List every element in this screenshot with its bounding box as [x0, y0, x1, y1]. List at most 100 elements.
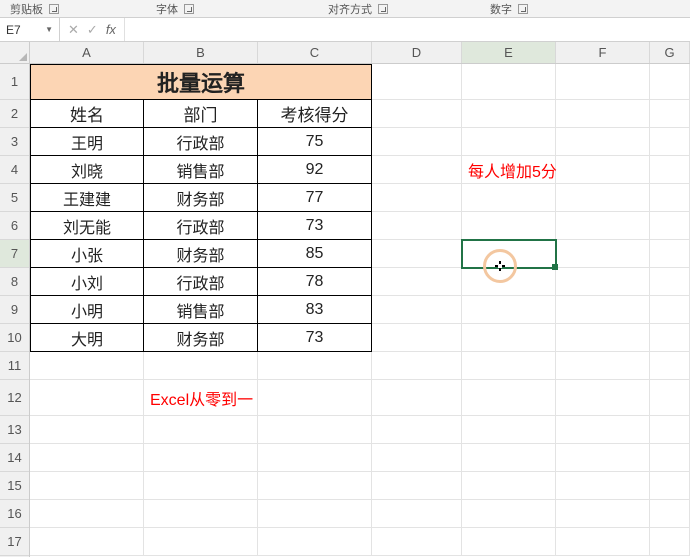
- cell-G10[interactable]: [650, 324, 690, 352]
- cell-C14[interactable]: [258, 444, 372, 472]
- cell-D12[interactable]: [372, 380, 462, 416]
- cell-E17[interactable]: [462, 528, 556, 556]
- cell-F3[interactable]: [556, 128, 650, 156]
- confirm-icon[interactable]: ✓: [87, 23, 98, 36]
- formula-bar[interactable]: [125, 18, 690, 41]
- cell-E15[interactable]: [462, 472, 556, 500]
- cell-E8[interactable]: [462, 268, 556, 296]
- cell-A2[interactable]: 姓名: [30, 100, 144, 128]
- row-header-3[interactable]: 3: [0, 128, 29, 156]
- dialog-launcher-icon[interactable]: [518, 4, 528, 14]
- column-headers[interactable]: ABCDEFG: [30, 42, 690, 64]
- cell-G13[interactable]: [650, 416, 690, 444]
- cell-D4[interactable]: [372, 156, 462, 184]
- cell-A12[interactable]: [30, 380, 144, 416]
- cell-D11[interactable]: [372, 352, 462, 380]
- cell-B5[interactable]: 财务部: [144, 184, 258, 212]
- row-header-16[interactable]: 16: [0, 500, 29, 528]
- dropdown-icon[interactable]: ▼: [45, 25, 53, 34]
- cell-C16[interactable]: [258, 500, 372, 528]
- cell-A3[interactable]: 王明: [30, 128, 144, 156]
- cell-D2[interactable]: [372, 100, 462, 128]
- cell-C12[interactable]: [258, 380, 372, 416]
- cell-B17[interactable]: [144, 528, 258, 556]
- cell-A4[interactable]: 刘晓: [30, 156, 144, 184]
- cell-B10[interactable]: 财务部: [144, 324, 258, 352]
- cell-B7[interactable]: 财务部: [144, 240, 258, 268]
- cell-B14[interactable]: [144, 444, 258, 472]
- cell-D16[interactable]: [372, 500, 462, 528]
- cell-C8[interactable]: 78: [258, 268, 372, 296]
- row-header-9[interactable]: 9: [0, 296, 29, 324]
- cell-G7[interactable]: [650, 240, 690, 268]
- row-header-17[interactable]: 17: [0, 528, 29, 556]
- cell-E7[interactable]: [462, 240, 556, 268]
- cell-B13[interactable]: [144, 416, 258, 444]
- cell-B3[interactable]: 行政部: [144, 128, 258, 156]
- cell-B11[interactable]: [144, 352, 258, 380]
- row-header-7[interactable]: 7: [0, 240, 29, 268]
- cell-D1[interactable]: [372, 64, 462, 100]
- cell-E9[interactable]: [462, 296, 556, 324]
- cell-C13[interactable]: [258, 416, 372, 444]
- column-header-D[interactable]: D: [372, 42, 462, 63]
- cell-A8[interactable]: 小刘: [30, 268, 144, 296]
- cell-F4[interactable]: [556, 156, 650, 184]
- cell-C6[interactable]: 73: [258, 212, 372, 240]
- cell-G14[interactable]: [650, 444, 690, 472]
- cell-D8[interactable]: [372, 268, 462, 296]
- cell-E13[interactable]: [462, 416, 556, 444]
- row-header-5[interactable]: 5: [0, 184, 29, 212]
- cell-F11[interactable]: [556, 352, 650, 380]
- cell-F14[interactable]: [556, 444, 650, 472]
- cell-C10[interactable]: 73: [258, 324, 372, 352]
- cell-F10[interactable]: [556, 324, 650, 352]
- row-header-4[interactable]: 4: [0, 156, 29, 184]
- cell-G3[interactable]: [650, 128, 690, 156]
- cell-F16[interactable]: [556, 500, 650, 528]
- row-header-11[interactable]: 11: [0, 352, 29, 380]
- cell-C9[interactable]: 83: [258, 296, 372, 324]
- cell-C7[interactable]: 85: [258, 240, 372, 268]
- cell-E5[interactable]: [462, 184, 556, 212]
- cell-F5[interactable]: [556, 184, 650, 212]
- row-headers[interactable]: 1234567891011121314151617: [0, 64, 30, 557]
- cell-A17[interactable]: [30, 528, 144, 556]
- cell-E16[interactable]: [462, 500, 556, 528]
- column-header-F[interactable]: F: [556, 42, 650, 63]
- cells-area[interactable]: 批量运算姓名部门考核得分王明行政部75刘晓销售部92每人增加5分王建建财务部77…: [30, 64, 690, 557]
- cell-B8[interactable]: 行政部: [144, 268, 258, 296]
- row-header-8[interactable]: 8: [0, 268, 29, 296]
- column-header-A[interactable]: A: [30, 42, 144, 63]
- cell-G16[interactable]: [650, 500, 690, 528]
- row-header-6[interactable]: 6: [0, 212, 29, 240]
- cell-A5[interactable]: 王建建: [30, 184, 144, 212]
- cell-D7[interactable]: [372, 240, 462, 268]
- select-all-corner[interactable]: [0, 42, 30, 64]
- cell-A15[interactable]: [30, 472, 144, 500]
- cell-G12[interactable]: [650, 380, 690, 416]
- cell-E3[interactable]: [462, 128, 556, 156]
- cell-A16[interactable]: [30, 500, 144, 528]
- cell-C11[interactable]: [258, 352, 372, 380]
- cell-F6[interactable]: [556, 212, 650, 240]
- row-header-15[interactable]: 15: [0, 472, 29, 500]
- cell-E6[interactable]: [462, 212, 556, 240]
- row-header-14[interactable]: 14: [0, 444, 29, 472]
- cell-G11[interactable]: [650, 352, 690, 380]
- cell-D15[interactable]: [372, 472, 462, 500]
- cell-A6[interactable]: 刘无能: [30, 212, 144, 240]
- dialog-launcher-icon[interactable]: [49, 4, 59, 14]
- cell-F12[interactable]: [556, 380, 650, 416]
- cell-D5[interactable]: [372, 184, 462, 212]
- cell-A10[interactable]: 大明: [30, 324, 144, 352]
- cell-D9[interactable]: [372, 296, 462, 324]
- cell-D13[interactable]: [372, 416, 462, 444]
- cell-A14[interactable]: [30, 444, 144, 472]
- cell-E10[interactable]: [462, 324, 556, 352]
- cell-D3[interactable]: [372, 128, 462, 156]
- cell-F15[interactable]: [556, 472, 650, 500]
- cell-B2[interactable]: 部门: [144, 100, 258, 128]
- cell-G8[interactable]: [650, 268, 690, 296]
- cell-D6[interactable]: [372, 212, 462, 240]
